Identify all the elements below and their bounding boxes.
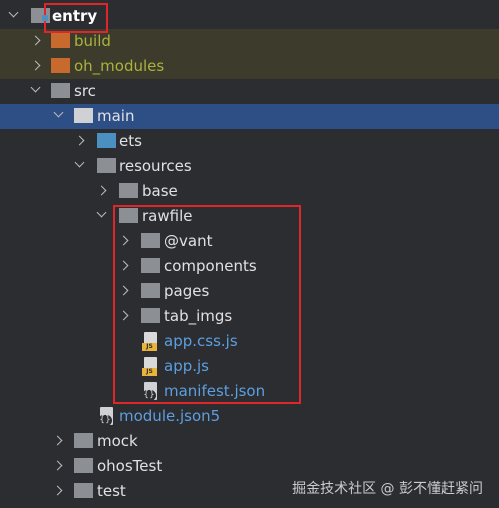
chevron-right-icon[interactable] — [118, 310, 129, 321]
module-badge-icon — [42, 15, 48, 21]
tree-item-label: manifest.json — [164, 382, 266, 400]
folder-icon — [141, 258, 160, 273]
folder-icon — [74, 458, 93, 473]
tree-item-label: ets — [119, 132, 142, 150]
chevron-right-icon[interactable] — [30, 60, 41, 71]
tree-item-vant[interactable]: @vant — [0, 229, 499, 254]
tree-item-oh-modules[interactable]: oh_modules — [0, 54, 499, 79]
chevron-down-icon[interactable] — [96, 207, 107, 218]
tree-item-src[interactable]: src — [0, 79, 499, 104]
chevron-down-icon[interactable] — [30, 82, 41, 93]
folder-icon — [141, 283, 160, 298]
chevron-right-icon[interactable] — [52, 460, 63, 471]
chevron-right-icon[interactable] — [52, 485, 63, 496]
tree-item-label: resources — [119, 157, 192, 175]
tree-item-label: pages — [164, 282, 210, 300]
tree-item-components[interactable]: components — [0, 254, 499, 279]
folder-icon — [141, 233, 160, 248]
folder-icon — [119, 183, 138, 198]
tree-item-rawfile[interactable]: rawfile — [0, 204, 499, 229]
tree-item-label: app.css.js — [164, 332, 238, 350]
chevron-right-icon[interactable] — [74, 135, 85, 146]
tree-item-label: main — [97, 107, 135, 125]
folder-icon — [74, 108, 93, 123]
folder-icon — [141, 308, 160, 323]
tree-item-label: @vant — [164, 232, 213, 250]
tree-item-label: mock — [97, 432, 138, 450]
tree-item-label: components — [164, 257, 257, 275]
tree-item-build[interactable]: build — [0, 29, 499, 54]
chevron-right-icon[interactable] — [52, 435, 63, 446]
tree-item-label: test — [97, 482, 126, 500]
tree-item-entry[interactable]: entry — [0, 4, 499, 29]
folder-icon — [74, 483, 93, 498]
excluded-folder-icon — [51, 33, 70, 48]
tree-item-label: app.js — [164, 357, 209, 375]
project-tree: entry build oh_modules src main ets reso… — [0, 0, 499, 508]
excluded-folder-icon — [51, 58, 70, 73]
tree-item-label: oh_modules — [74, 57, 165, 75]
tree-item-label: src — [74, 82, 96, 100]
tree-item-app-js[interactable]: JS app.js — [0, 354, 499, 379]
chevron-down-icon[interactable] — [74, 157, 85, 168]
tree-item-label: rawfile — [142, 207, 193, 225]
js-file-icon: JS — [142, 332, 160, 351]
chevron-right-icon[interactable] — [118, 285, 129, 296]
js-file-icon: JS — [142, 357, 160, 376]
chevron-right-icon[interactable] — [30, 35, 41, 46]
folder-icon — [97, 158, 116, 173]
tree-item-ohostest[interactable]: ohosTest — [0, 454, 499, 479]
tree-item-label: build — [74, 32, 111, 50]
folder-icon — [51, 83, 70, 98]
tree-item-module-json5[interactable]: {} module.json5 — [0, 404, 499, 429]
tree-item-manifest-json[interactable]: {} manifest.json — [0, 379, 499, 404]
chevron-down-icon[interactable] — [8, 7, 19, 18]
tree-item-label: tab_imgs — [164, 307, 233, 325]
tree-item-tab-imgs[interactable]: tab_imgs — [0, 304, 499, 329]
chevron-right-icon[interactable] — [118, 260, 129, 271]
chevron-down-icon[interactable] — [53, 107, 64, 118]
chevron-right-icon[interactable] — [118, 235, 129, 246]
tree-item-resources[interactable]: resources — [0, 154, 499, 179]
tree-item-label: ohosTest — [97, 457, 163, 475]
tree-item-base[interactable]: base — [0, 179, 499, 204]
tree-item-pages[interactable]: pages — [0, 279, 499, 304]
chevron-right-icon[interactable] — [96, 185, 107, 196]
tree-item-app-css-js[interactable]: JS app.css.js — [0, 329, 499, 354]
folder-icon — [119, 208, 138, 223]
tree-item-label: module.json5 — [119, 407, 221, 425]
tree-item-ets[interactable]: ets — [0, 129, 499, 154]
folder-icon — [74, 433, 93, 448]
watermark: 掘金技术社区 @ 彭不懂赶紧问 — [292, 481, 483, 497]
tree-item-main[interactable]: main — [0, 104, 499, 129]
source-folder-icon — [97, 133, 116, 148]
tree-item-mock[interactable]: mock — [0, 429, 499, 454]
json-file-icon: {} — [98, 407, 116, 426]
tree-item-label: entry — [52, 7, 98, 25]
json-file-icon: {} — [142, 382, 160, 401]
tree-item-label: base — [142, 182, 178, 200]
